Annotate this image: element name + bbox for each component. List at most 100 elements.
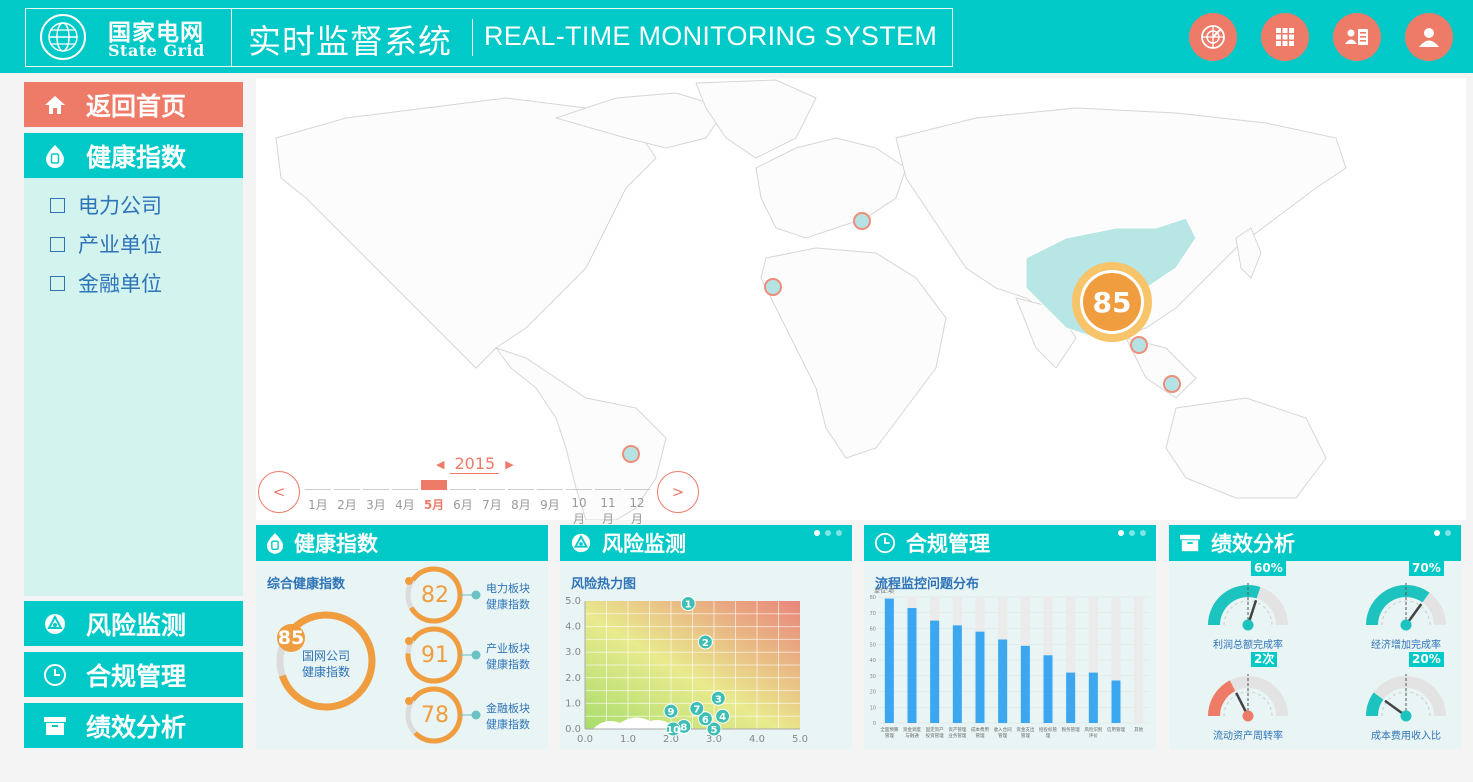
carousel-dot[interactable] xyxy=(1140,530,1146,536)
month-bar xyxy=(450,480,476,490)
month-label: 4月 xyxy=(395,498,415,512)
risk-heatmap-chart[interactable]: 0.0 1.0 2.0 3.0 4.0 5.00.01.02.03.04.05.0 1234… xyxy=(560,561,852,749)
month-bar xyxy=(624,480,650,490)
month-item[interactable]: 11月 xyxy=(595,480,621,527)
panel-title: 合规管理 xyxy=(906,532,990,556)
month-bar xyxy=(305,480,331,490)
bar xyxy=(1088,672,1098,723)
main-ring-label: 国网公司 健康指数 xyxy=(301,649,350,679)
archive-box-icon xyxy=(24,715,86,737)
nav-performance[interactable]: 绩效分析 xyxy=(24,703,243,748)
timeline-prev-button[interactable]: < xyxy=(258,471,300,513)
submenu-item-industry[interactable]: 产业单位 xyxy=(50,229,162,259)
score-value: 85 xyxy=(1083,273,1141,331)
checkbox[interactable] xyxy=(50,236,65,252)
bar xyxy=(952,625,962,723)
month-bar xyxy=(508,480,534,490)
ring-label: 金融板块 健康指数 xyxy=(486,702,530,731)
divider xyxy=(472,19,473,56)
carousel-dot[interactable] xyxy=(1118,530,1124,536)
month-item[interactable]: 6月 xyxy=(450,480,476,513)
month-item[interactable]: 2月 xyxy=(334,480,360,513)
bar xyxy=(1020,645,1030,723)
timeline-next-button[interactable]: > xyxy=(657,471,699,513)
carousel-dot[interactable] xyxy=(836,530,842,536)
carousel-dots xyxy=(1434,530,1451,536)
checkbox[interactable] xyxy=(50,275,65,291)
y-tick-label: 80 xyxy=(870,595,876,601)
map-marker[interactable] xyxy=(853,212,871,230)
system-title-cn: 实时监督系统 xyxy=(248,22,452,61)
carousel-dot[interactable] xyxy=(825,530,831,536)
map-marker[interactable] xyxy=(764,278,782,296)
contact-card-icon xyxy=(1345,29,1368,45)
panel-title: 风险监测 xyxy=(602,532,686,556)
home-button[interactable]: 返回首页 xyxy=(24,82,243,127)
x-tick-label: 评价 xyxy=(1089,732,1098,739)
map-marker[interactable] xyxy=(622,445,640,463)
nav-compliance[interactable]: 合规管理 xyxy=(24,652,243,697)
grid-menu-button[interactable] xyxy=(1261,13,1309,61)
performance-label: 绩效分析 xyxy=(86,712,187,742)
month-item[interactable]: 1月 xyxy=(305,480,331,513)
x-tick-label: 理 xyxy=(1046,733,1051,739)
risk-point: 10 xyxy=(665,721,681,737)
panel-header: 合规管理 xyxy=(864,525,1156,561)
year-prev-icon[interactable]: ◀ xyxy=(436,458,444,471)
radar-button[interactable] xyxy=(1189,13,1237,61)
x-tick-label: 资金调度 xyxy=(903,726,921,733)
month-item[interactable]: 5月 xyxy=(421,480,447,513)
compliance-label: 合规管理 xyxy=(86,661,187,691)
month-item[interactable]: 4月 xyxy=(392,480,418,513)
nav-risk-monitoring[interactable]: 风险监测 xyxy=(24,601,243,646)
month-label: 7月 xyxy=(482,498,502,512)
brand-box: 国家电网 State Grid 实时监督系统 REAL-TIME MONITOR… xyxy=(25,8,953,67)
bar xyxy=(884,598,894,723)
carousel-dot[interactable] xyxy=(1129,530,1135,536)
month-item[interactable]: 7月 xyxy=(479,480,505,513)
year-next-icon[interactable]: ▶ xyxy=(505,458,513,471)
month-item[interactable]: 12月 xyxy=(624,480,650,527)
submenu-item-power[interactable]: 电力公司 xyxy=(50,190,162,220)
point-label: 10 xyxy=(666,725,680,736)
contacts-button[interactable] xyxy=(1333,13,1381,61)
checkbox[interactable] xyxy=(50,197,65,213)
risk-point: 1 xyxy=(680,596,696,612)
month-item[interactable]: 3月 xyxy=(363,480,389,513)
submenu-item-finance[interactable]: 金融单位 xyxy=(50,268,162,298)
y-tick-label: 30 xyxy=(870,674,876,680)
point-label: 1 xyxy=(685,600,692,611)
x-tick-label: 收入合同 xyxy=(994,726,1012,733)
bar xyxy=(930,620,940,723)
gauge-fill xyxy=(1208,680,1236,717)
month-item[interactable]: 9月 xyxy=(537,480,563,513)
y-tick-label: 20 xyxy=(870,690,876,696)
ring-label: 电力板块 健康指数 xyxy=(486,582,530,611)
month-label: 2月 xyxy=(337,498,357,512)
user-profile-button[interactable] xyxy=(1405,13,1453,61)
y-tick-label: 10 xyxy=(870,705,876,711)
risk-point: 4 xyxy=(715,708,731,724)
month-item[interactable]: 8月 xyxy=(508,480,534,513)
map-marker[interactable] xyxy=(1130,336,1148,354)
carousel-dot[interactable] xyxy=(1445,530,1451,536)
risk-point: 7 xyxy=(689,701,705,717)
china-health-score[interactable]: 85 xyxy=(1072,262,1152,342)
health-label: 健康指数 xyxy=(86,142,187,172)
map-marker[interactable] xyxy=(1163,375,1181,393)
x-tick-label: 4.0 xyxy=(749,734,765,745)
month-item[interactable]: 10月 xyxy=(566,480,592,527)
home-icon xyxy=(24,95,86,115)
gauge-fill xyxy=(1208,585,1261,626)
compliance-bar-chart[interactable]: 单位:项 0 10 20 30 40 50 60 70 80 全面预算管理 资金调度与融通固定资产投资… xyxy=(864,561,1156,749)
year-selector: ◀ 2015 ▶ xyxy=(436,454,514,474)
x-tick-label: 管理 xyxy=(1021,732,1030,739)
x-tick-label: 固定资产 xyxy=(926,726,944,733)
risk-panel: 风险监测 风险热力图 0.0 1.0 2.0 3.0 4.0 5.0 0.0 1.0 2.0 3.… xyxy=(560,525,852,749)
carousel-dot[interactable] xyxy=(814,530,820,536)
x-tick-label: 管理 xyxy=(976,732,985,739)
month-bar xyxy=(479,480,505,490)
carousel-dot[interactable] xyxy=(1434,530,1440,536)
nav-health-index[interactable]: 健康指数 xyxy=(24,133,243,178)
y-tick-label: 0 xyxy=(873,721,876,727)
